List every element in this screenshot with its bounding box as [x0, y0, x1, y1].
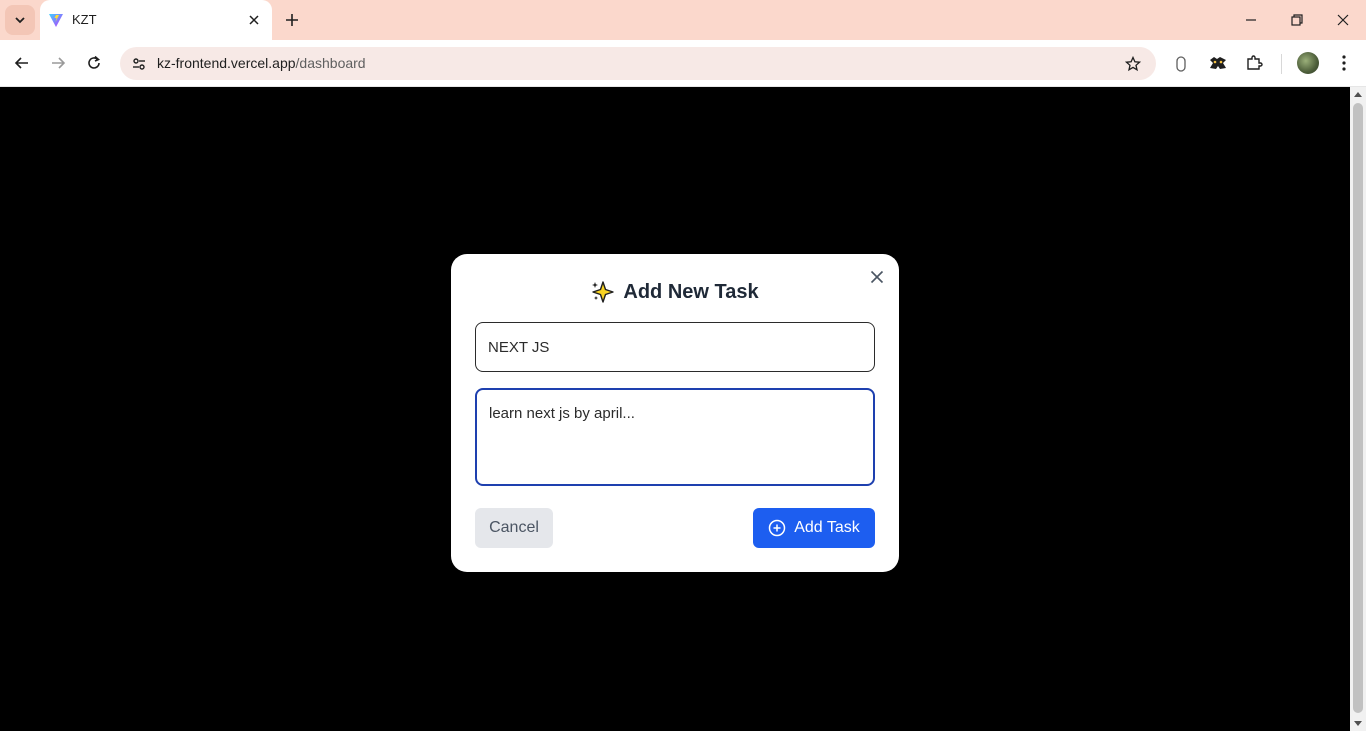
back-button[interactable] [9, 50, 35, 76]
plus-icon [286, 14, 298, 26]
scroll-up-arrow[interactable] [1354, 92, 1362, 97]
sparkle-icon [592, 281, 615, 303]
modal-header: Add New Task [451, 280, 899, 304]
vite-logo-icon [49, 14, 63, 27]
task-title-input[interactable] [475, 322, 875, 372]
tab-title: KZT [72, 12, 97, 27]
site-info-button[interactable] [128, 53, 150, 75]
tab-strip: KZT [0, 0, 1366, 40]
scrollbar-thumb[interactable] [1353, 103, 1363, 713]
close-icon [249, 15, 259, 25]
bookmark-button[interactable] [1122, 53, 1144, 75]
chevron-down-icon [15, 17, 25, 24]
restore-button[interactable] [1283, 6, 1311, 34]
address-bar[interactable]: kz-frontend.vercel.app/dashboard [120, 47, 1156, 80]
puzzle-icon [1247, 55, 1263, 70]
kebab-menu-icon [1342, 55, 1346, 71]
arrow-right-icon [52, 57, 66, 69]
task-description-input[interactable]: learn next js by april... [475, 388, 875, 486]
browser-tab[interactable]: KZT [40, 0, 272, 40]
scrollbar[interactable] [1350, 87, 1366, 731]
scroll-down-arrow[interactable] [1354, 721, 1362, 726]
tune-icon [133, 58, 145, 70]
url-host: kz-frontend.vercel.app [157, 55, 296, 71]
close-icon [1337, 14, 1349, 26]
extension-button[interactable] [1205, 50, 1231, 76]
browser-toolbar: kz-frontend.vercel.app/dashboard [0, 40, 1366, 87]
add-task-button[interactable]: Add Task [753, 508, 875, 548]
star-icon [1125, 56, 1141, 72]
counter-icon [1176, 56, 1186, 72]
restore-icon [1291, 14, 1303, 26]
window-close-button[interactable] [1329, 6, 1357, 34]
browser-menu-button[interactable] [1331, 50, 1357, 76]
add-task-modal: Add New Task learn next js by april... C… [451, 254, 899, 572]
extension-counter[interactable] [1172, 55, 1190, 73]
reload-icon [88, 55, 100, 69]
url-text: kz-frontend.vercel.app/dashboard [157, 55, 366, 71]
add-task-label: Add Task [794, 519, 860, 536]
profile-avatar[interactable] [1297, 52, 1319, 74]
tab-search-button[interactable] [5, 5, 35, 35]
extensions-menu-button[interactable] [1241, 50, 1267, 76]
extension-puzzle-dark-icon [1210, 57, 1226, 69]
reload-button[interactable] [81, 50, 107, 76]
arrow-left-icon [14, 57, 28, 69]
modal-title: Add New Task [623, 280, 759, 303]
minimize-button[interactable] [1237, 6, 1265, 34]
toolbar-separator [1281, 54, 1282, 74]
plus-circle-icon [768, 519, 786, 537]
cancel-button[interactable]: Cancel [475, 508, 553, 548]
url-path: /dashboard [295, 55, 366, 71]
forward-button[interactable] [45, 50, 71, 76]
minimize-icon [1246, 19, 1256, 21]
new-tab-button[interactable] [280, 8, 304, 32]
tab-close-button[interactable] [244, 10, 264, 30]
